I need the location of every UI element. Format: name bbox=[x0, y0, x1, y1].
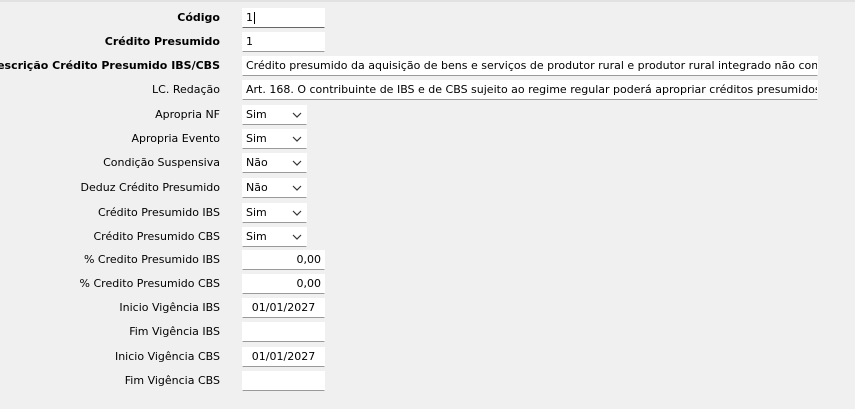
row-descricao: Descrição Crédito Presumido IBS/CBS Créd… bbox=[0, 54, 855, 78]
row-inicio-ibs: Inicio Vigência IBS 01/01/2027 bbox=[0, 296, 855, 320]
apropria-evento-value: Sim bbox=[246, 132, 267, 145]
inicio-ibs-label: Inicio Vigência IBS bbox=[119, 301, 220, 314]
chevron-down-icon bbox=[292, 136, 302, 142]
row-credito-cbs: Crédito Presumido CBS Sim bbox=[0, 225, 855, 249]
row-apropria-nf: Apropria NF Sim bbox=[0, 103, 855, 127]
row-condicao-suspensiva: Condição Suspensiva Não bbox=[0, 151, 855, 175]
perc-cbs-input[interactable]: 0,00 bbox=[242, 274, 325, 294]
row-inicio-cbs: Inicio Vigência CBS 01/01/2027 bbox=[0, 345, 855, 369]
credito-ibs-label: Crédito Presumido IBS bbox=[97, 206, 220, 219]
top-border bbox=[0, 0, 855, 2]
descricao-input[interactable]: Crédito presumido da aquisição de bens e… bbox=[242, 56, 818, 76]
perc-cbs-label: % Credito Presumido CBS bbox=[79, 277, 220, 290]
fim-cbs-label: Fim Vigência CBS bbox=[124, 374, 220, 387]
row-lc-redacao: LC. Redação Art. 168. O contribuinte de … bbox=[0, 78, 855, 102]
inicio-cbs-label: Inicio Vigência CBS bbox=[114, 350, 220, 363]
lc-redacao-input[interactable]: Art. 168. O contribuinte de IBS e de CBS… bbox=[242, 80, 818, 100]
condicao-suspensiva-select[interactable]: Não bbox=[242, 153, 307, 173]
codigo-label: Código bbox=[177, 11, 220, 24]
row-credito-ibs: Crédito Presumido IBS Sim bbox=[0, 201, 855, 225]
credito-presumido-label: Crédito Presumido bbox=[104, 35, 220, 48]
row-fim-cbs: Fim Vigência CBS bbox=[0, 369, 855, 393]
row-perc-ibs: % Credito Presumido IBS 0,00 bbox=[0, 248, 855, 272]
fim-cbs-input[interactable] bbox=[242, 371, 325, 391]
apropria-nf-value: Sim bbox=[246, 108, 267, 121]
deduz-credito-select[interactable]: Não bbox=[242, 178, 307, 198]
chevron-down-icon bbox=[292, 160, 302, 166]
row-deduz-credito: Deduz Crédito Presumido Não bbox=[0, 176, 855, 200]
row-apropria-evento: Apropria Evento Sim bbox=[0, 127, 855, 151]
perc-ibs-input[interactable]: 0,00 bbox=[242, 250, 325, 270]
credito-cbs-value: Sim bbox=[246, 230, 267, 243]
perc-ibs-label: % Credito Presumido IBS bbox=[83, 253, 220, 266]
credito-cbs-label: Crédito Presumido CBS bbox=[93, 230, 221, 243]
codigo-input[interactable]: 1 bbox=[242, 8, 325, 28]
row-fim-ibs: Fim Vigência IBS bbox=[0, 320, 855, 344]
inicio-cbs-input[interactable]: 01/01/2027 bbox=[242, 347, 325, 367]
credito-ibs-value: Sim bbox=[246, 206, 267, 219]
apropria-nf-select[interactable]: Sim bbox=[242, 105, 307, 125]
apropria-evento-select[interactable]: Sim bbox=[242, 129, 307, 149]
inicio-ibs-input[interactable]: 01/01/2027 bbox=[242, 298, 325, 318]
fim-ibs-input[interactable] bbox=[242, 322, 325, 342]
chevron-down-icon bbox=[292, 234, 302, 240]
apropria-nf-label: Apropria NF bbox=[155, 108, 220, 121]
codigo-value: 1 bbox=[246, 11, 253, 24]
deduz-credito-value: Não bbox=[246, 181, 268, 194]
credito-presumido-input[interactable]: 1 bbox=[242, 32, 325, 52]
text-caret bbox=[254, 12, 255, 24]
chevron-down-icon bbox=[292, 210, 302, 216]
credito-cbs-select[interactable]: Sim bbox=[242, 227, 307, 247]
row-credito-presumido: Crédito Presumido 1 bbox=[0, 30, 855, 54]
chevron-down-icon bbox=[292, 112, 302, 118]
condicao-suspensiva-value: Não bbox=[246, 156, 268, 169]
apropria-evento-label: Apropria Evento bbox=[131, 132, 220, 145]
credito-ibs-select[interactable]: Sim bbox=[242, 203, 307, 223]
fim-ibs-label: Fim Vigência IBS bbox=[129, 325, 220, 338]
descricao-label: Descrição Crédito Presumido IBS/CBS bbox=[0, 59, 220, 72]
row-perc-cbs: % Credito Presumido CBS 0,00 bbox=[0, 272, 855, 296]
deduz-credito-label: Deduz Crédito Presumido bbox=[80, 181, 220, 194]
condicao-suspensiva-label: Condição Suspensiva bbox=[103, 156, 220, 169]
chevron-down-icon bbox=[292, 185, 302, 191]
row-codigo: Código 1 bbox=[0, 6, 855, 30]
lc-redacao-label: LC. Redação bbox=[152, 83, 220, 96]
